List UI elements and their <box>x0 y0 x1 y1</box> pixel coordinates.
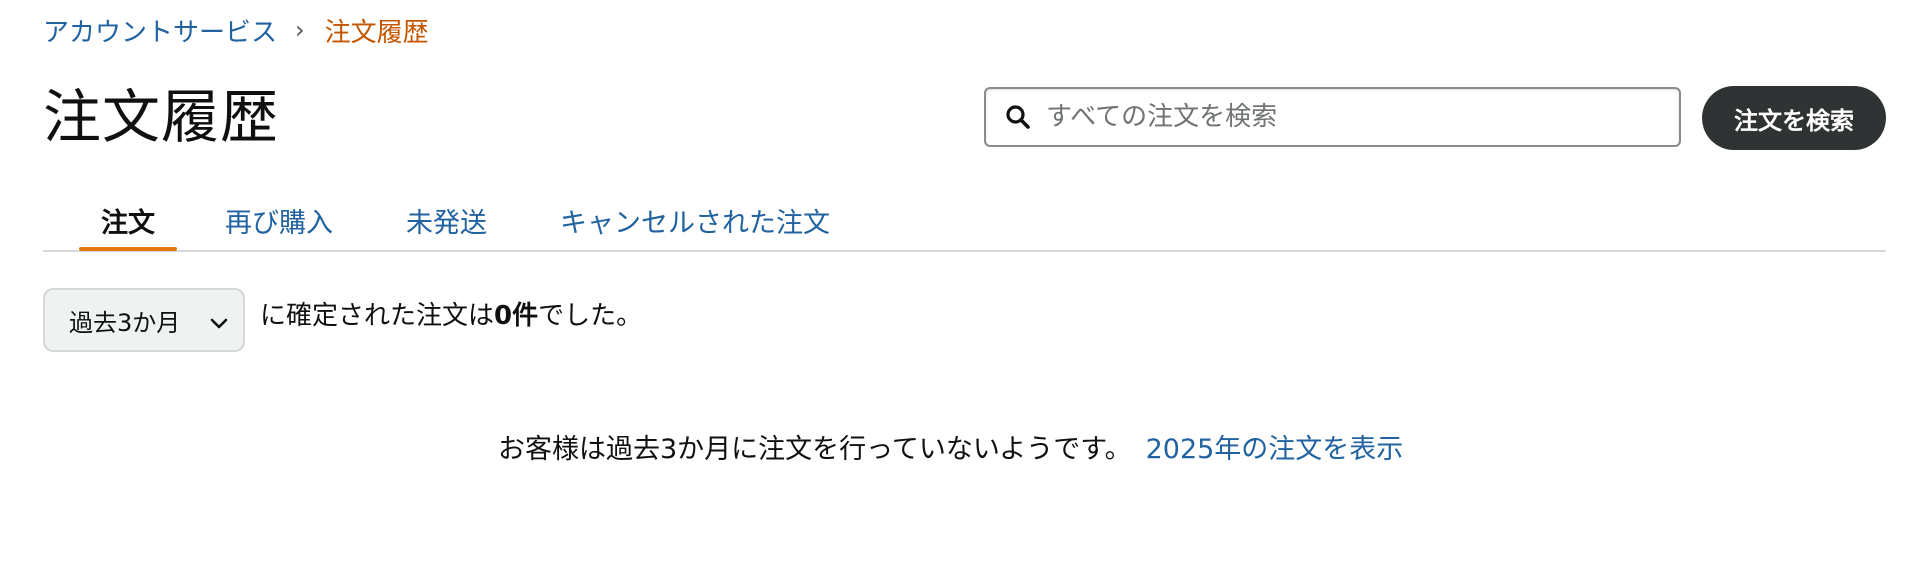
order-history-page: アカウントサービス › 注文履歴 注文履歴 注文を検索 注文 再び購入 未発送 … <box>43 0 1886 579</box>
page-title: 注文履歴 <box>43 83 280 151</box>
search-icon <box>1004 103 1032 131</box>
empty-state: お客様は過去3か月に注文を行っていないようです。 2025年の注文を表示 <box>498 428 1403 472</box>
tab-buy-again[interactable]: 再び購入 <box>225 190 333 250</box>
order-count: 0件 <box>494 301 539 331</box>
tab-orders[interactable]: 注文 <box>79 190 177 250</box>
search-box[interactable] <box>984 87 1681 147</box>
time-period-select[interactable]: 過去3か月 <box>43 288 245 352</box>
order-count-summary: に確定された注文は0件でした。 <box>260 296 642 336</box>
breadcrumb-separator: › <box>295 16 305 44</box>
search-input[interactable] <box>1046 89 1679 145</box>
order-tabs: 注文 再び購入 未発送 キャンセルされた注文 <box>43 190 1886 252</box>
chevron-down-icon <box>209 312 229 332</box>
summary-prefix: に確定された注文は <box>260 301 495 331</box>
summary-suffix: でした。 <box>538 301 643 331</box>
time-period-selected-value: 過去3か月 <box>69 308 181 337</box>
breadcrumb-account-services-link[interactable]: アカウントサービス <box>43 12 277 49</box>
search-orders-button[interactable]: 注文を検索 <box>1702 86 1886 150</box>
tab-cancelled-orders[interactable]: キャンセルされた注文 <box>560 190 830 250</box>
breadcrumb: アカウントサービス › 注文履歴 <box>43 12 429 48</box>
empty-state-message: お客様は過去3か月に注文を行っていないようです。 <box>498 434 1132 465</box>
tab-not-yet-shipped[interactable]: 未発送 <box>406 190 487 250</box>
breadcrumb-current: 注文履歴 <box>324 17 429 48</box>
active-tab-indicator <box>79 247 177 251</box>
view-2025-orders-link[interactable]: 2025年の注文を表示 <box>1146 434 1404 465</box>
